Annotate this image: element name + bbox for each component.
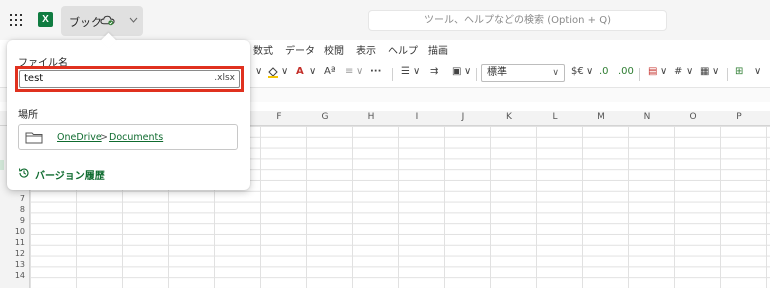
insert-cells-chevron-icon[interactable]: ∨ [754, 66, 761, 77]
column-header[interactable]: O [670, 112, 716, 122]
font-color-chevron-icon[interactable]: ∨ [309, 66, 316, 77]
folder-icon [25, 132, 43, 144]
row-header[interactable]: 8 [20, 205, 25, 215]
column-header[interactable]: P [716, 112, 762, 122]
column-header[interactable]: F [256, 112, 302, 122]
toolbar-divider [392, 68, 393, 81]
conditional-format-icon[interactable]: ▤ [648, 66, 657, 77]
align-chevron-icon[interactable]: ∨ [356, 66, 363, 77]
column-header[interactable]: M [578, 112, 624, 122]
tab-data[interactable]: データ [285, 42, 315, 57]
version-history-icon[interactable] [18, 167, 30, 179]
document-name: ブック [69, 16, 102, 29]
tab-review[interactable]: 校閲 [324, 42, 344, 57]
file-name-panel: ファイル名 test .xlsx 場所 OneDrive > Documents… [7, 32, 250, 190]
search-input[interactable]: ツール、ヘルプなどの検索 (Option + Q) [368, 10, 667, 31]
column-header[interactable]: H [348, 112, 394, 122]
column-header[interactable]: N [624, 112, 670, 122]
column-header[interactable]: J [440, 112, 486, 122]
font-color-icon[interactable]: A [296, 66, 304, 77]
row-header[interactable]: 7 [20, 194, 25, 204]
path-separator: > [100, 132, 108, 143]
location-picker[interactable]: OneDrive > Documents [18, 124, 238, 150]
alignment-icon[interactable]: ☰ [401, 66, 410, 77]
row-header[interactable]: 12 [15, 249, 25, 259]
merge-chevron-icon[interactable]: ∨ [464, 66, 471, 77]
wrap-text-icon[interactable]: ⇉ [430, 66, 438, 77]
chevron-down-icon [129, 17, 138, 23]
conditional-format-chevron-icon[interactable]: ∨ [660, 66, 667, 77]
excel-icon[interactable]: X [38, 12, 57, 27]
location-label: 場所 [18, 110, 38, 121]
cell-styles-icon[interactable]: ▦ [700, 66, 709, 77]
align-icon[interactable]: ≡ [345, 66, 353, 77]
increase-decimal-icon[interactable]: .00 [618, 66, 634, 77]
insert-cells-icon[interactable]: ⊞ [735, 66, 743, 77]
fill-color-icon[interactable] [267, 66, 279, 81]
decrease-decimal-icon[interactable]: .0 [599, 66, 609, 77]
column-header[interactable]: G [302, 112, 348, 122]
currency-icon[interactable]: $€ [571, 66, 584, 77]
font-size-icon[interactable]: Aª [324, 66, 336, 77]
toolbar-divider [727, 68, 728, 81]
alignment-chevron-icon[interactable]: ∨ [413, 66, 420, 77]
file-extension: .xlsx [214, 73, 235, 83]
tab-view[interactable]: 表示 [356, 42, 376, 57]
number-format-select[interactable]: 標準 [481, 64, 565, 82]
app-launcher-icon[interactable] [10, 14, 22, 26]
font-chevron-icon[interactable]: ∨ [255, 66, 262, 77]
row-header[interactable]: 10 [15, 227, 25, 237]
cell-styles-chevron-icon[interactable]: ∨ [712, 66, 719, 77]
tab-formulas[interactable]: 数式 [253, 42, 273, 57]
file-name-value: test [24, 73, 44, 84]
tab-help[interactable]: ヘルプ [388, 42, 418, 57]
row-header[interactable]: 11 [15, 238, 25, 248]
document-title-button[interactable]: ブック [61, 6, 143, 36]
location-documents-link[interactable]: Documents [109, 132, 163, 143]
column-header[interactable]: K [486, 112, 532, 122]
location-onedrive-link[interactable]: OneDrive [57, 132, 102, 143]
row-header[interactable]: 14 [15, 271, 25, 281]
fill-color-chevron-icon[interactable]: ∨ [281, 66, 288, 77]
version-history-link[interactable]: バージョン履歴 [35, 167, 105, 182]
format-table-icon[interactable]: # [674, 66, 682, 77]
merge-icon[interactable]: ▣ [452, 66, 461, 77]
column-header[interactable]: I [394, 112, 440, 122]
currency-chevron-icon[interactable]: ∨ [586, 66, 593, 77]
toolbar-divider [639, 68, 640, 81]
row-header[interactable]: 9 [20, 216, 25, 226]
toolbar-divider [476, 68, 477, 81]
row-header[interactable]: 13 [15, 260, 25, 270]
more-icon[interactable]: ··· [370, 66, 381, 77]
column-header[interactable]: L [532, 112, 578, 122]
cloud-sync-icon [100, 15, 115, 26]
selected-row-marker [0, 160, 4, 170]
file-name-input[interactable]: test .xlsx [19, 70, 240, 88]
title-bar: X ブック ツール、ヘルプなどの検索 (Option + Q) [0, 0, 770, 40]
format-table-chevron-icon[interactable]: ∨ [686, 66, 693, 77]
tab-draw[interactable]: 描画 [428, 42, 448, 57]
